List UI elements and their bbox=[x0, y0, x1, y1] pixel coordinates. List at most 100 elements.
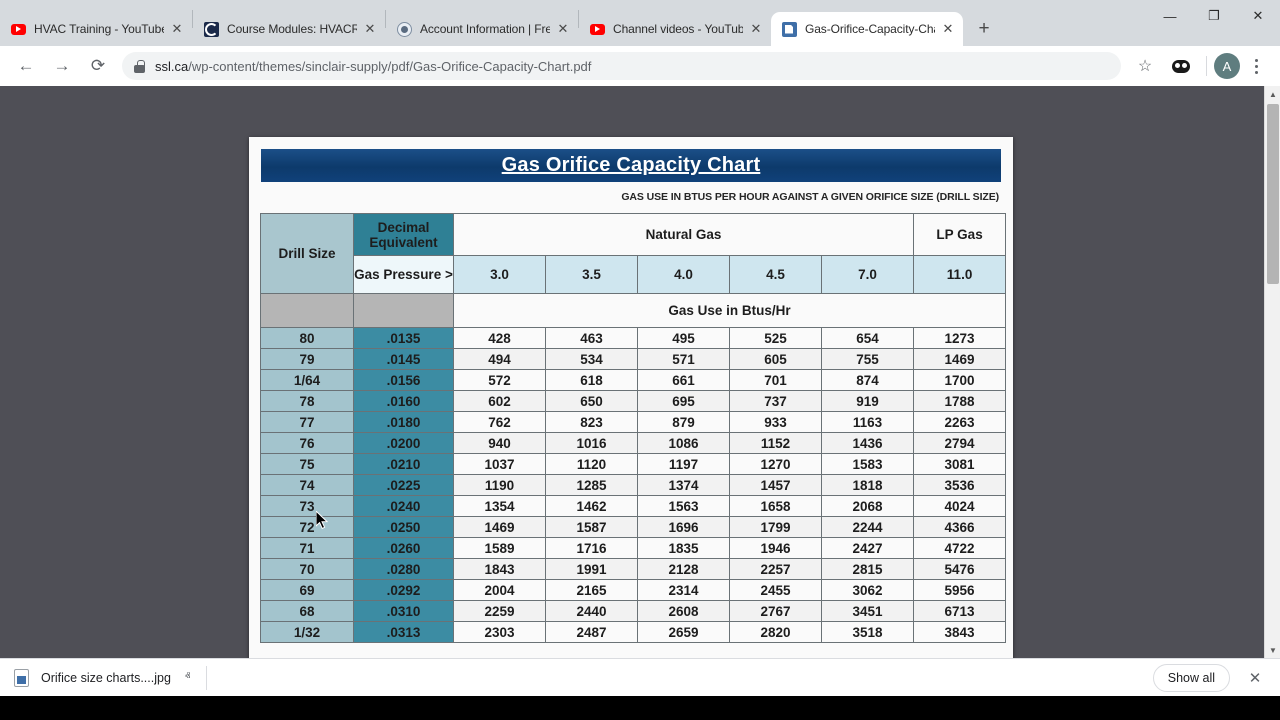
cell-btu-value: 1991 bbox=[545, 558, 638, 580]
tab-close-icon[interactable]: ✕ bbox=[168, 20, 186, 38]
tab-close-icon[interactable]: ✕ bbox=[361, 20, 379, 38]
forward-icon[interactable]: → bbox=[47, 51, 77, 81]
cell-btu-value: 2303 bbox=[453, 621, 546, 643]
cell-drill-size: 77 bbox=[260, 411, 354, 433]
kebab-menu-icon[interactable] bbox=[1243, 51, 1269, 81]
cell-btu-value: 605 bbox=[729, 348, 822, 370]
cell-btu-value: 2815 bbox=[820, 558, 915, 580]
window-close-button[interactable]: ✕ bbox=[1236, 0, 1280, 32]
cell-btu-value: 1696 bbox=[637, 516, 730, 538]
cell-btu-value: 1457 bbox=[729, 474, 822, 496]
cell-btu-value: 494 bbox=[453, 348, 546, 370]
reload-icon[interactable]: ⟳ bbox=[83, 51, 113, 81]
header-pressure-3-5: 3.5 bbox=[545, 255, 638, 294]
tab-gas-orifice-capacity-chart-pdf[interactable]: Gas-Orifice-Capacity-Chart.pdf ✕ bbox=[771, 12, 963, 46]
cell-btu-value: 618 bbox=[545, 369, 638, 391]
extension-icon[interactable] bbox=[1166, 51, 1196, 81]
tab-channel-videos[interactable]: Channel videos - YouTube Stu ✕ bbox=[579, 12, 771, 46]
cell-btu-value: 463 bbox=[545, 327, 638, 349]
screen-bottom-letterbox bbox=[0, 696, 1280, 720]
cell-btu-value: 1799 bbox=[729, 516, 822, 538]
course-icon bbox=[203, 21, 219, 37]
header-natural-gas: Natural Gas bbox=[452, 213, 915, 256]
cell-btu-value: 737 bbox=[729, 390, 822, 412]
cell-btu-value: 5476 bbox=[913, 558, 1007, 580]
cell-btu-value: 2820 bbox=[729, 621, 822, 643]
tab-close-icon[interactable]: ✕ bbox=[554, 20, 572, 38]
cell-btu-value: 3081 bbox=[913, 453, 1007, 475]
cell-btu-value: 919 bbox=[820, 390, 915, 412]
cell-btu-value: 762 bbox=[453, 411, 546, 433]
lock-icon bbox=[134, 59, 145, 73]
vertical-scrollbar[interactable]: ▲ ▼ bbox=[1264, 86, 1280, 658]
header-pressure-4-5: 4.5 bbox=[729, 255, 822, 294]
table-row: 77.0180 762 823 879 933 1163 2263 bbox=[260, 411, 1007, 433]
cell-btu-value: 1583 bbox=[820, 453, 915, 475]
cell-btu-value: 2128 bbox=[637, 558, 730, 580]
minimize-button[interactable]: — bbox=[1148, 0, 1192, 32]
star-icon[interactable]: ☆ bbox=[1130, 51, 1160, 81]
tab-title: Gas-Orifice-Capacity-Chart.pdf bbox=[805, 22, 935, 36]
image-file-icon bbox=[14, 668, 29, 687]
cell-decimal-equivalent: .0200 bbox=[353, 432, 454, 454]
chevron-up-icon[interactable]: ⱏ bbox=[185, 671, 190, 684]
downloads-close-icon[interactable]: ✕ bbox=[1244, 669, 1266, 687]
cell-drill-size: 76 bbox=[260, 432, 354, 454]
new-tab-button[interactable]: + bbox=[969, 14, 999, 44]
avatar[interactable]: A bbox=[1214, 53, 1240, 79]
scrollbar-thumb[interactable] bbox=[1267, 104, 1279, 284]
scroll-down-icon[interactable]: ▼ bbox=[1265, 642, 1280, 658]
cell-btu-value: 3451 bbox=[820, 600, 915, 622]
cell-btu-value: 1462 bbox=[545, 495, 638, 517]
cell-btu-value: 2244 bbox=[820, 516, 915, 538]
cell-decimal-equivalent: .0180 bbox=[353, 411, 454, 433]
tab-hvac-training-youtube[interactable]: HVAC Training - YouTube ✕ bbox=[0, 12, 192, 46]
tab-account-information[interactable]: Account Information | FreeCon ✕ bbox=[386, 12, 578, 46]
cell-btu-value: 6713 bbox=[913, 600, 1007, 622]
cell-btu-value: 2263 bbox=[913, 411, 1007, 433]
table-row: 72.0250 1469 1587 1696 1799 2244 4366 bbox=[260, 516, 1007, 538]
download-item[interactable]: Orifice size charts....jpg ⱏ bbox=[14, 668, 190, 687]
back-icon[interactable]: ← bbox=[11, 51, 41, 81]
cell-drill-size: 75 bbox=[260, 453, 354, 475]
tab-title: Channel videos - YouTube Stu bbox=[613, 22, 743, 36]
cell-btu-value: 823 bbox=[545, 411, 638, 433]
show-all-button[interactable]: Show all bbox=[1152, 663, 1230, 692]
address-bar[interactable]: ssl.ca/wp-content/themes/sinclair-supply… bbox=[122, 52, 1121, 80]
cell-drill-size: 1/32 bbox=[260, 621, 354, 643]
cell-btu-value: 1190 bbox=[453, 474, 546, 496]
pdf-page: Gas Orifice Capacity Chart GAS USE IN BT… bbox=[249, 137, 1013, 658]
cell-decimal-equivalent: .0240 bbox=[353, 495, 454, 517]
cell-drill-size: 69 bbox=[260, 579, 354, 601]
cell-btu-value: 654 bbox=[820, 327, 915, 349]
cell-btu-value: 571 bbox=[637, 348, 730, 370]
header-lp-gas: LP Gas bbox=[913, 213, 1007, 256]
cell-btu-value: 1086 bbox=[637, 432, 730, 454]
cell-drill-size: 78 bbox=[260, 390, 354, 412]
cell-decimal-equivalent: .0225 bbox=[353, 474, 454, 496]
cell-btu-value: 428 bbox=[453, 327, 546, 349]
tab-close-icon[interactable]: ✕ bbox=[939, 20, 957, 38]
header-pressure-11-0: 11.0 bbox=[913, 255, 1007, 294]
table-row: 1/64.0156 572 618 661 701 874 1700 bbox=[260, 369, 1007, 391]
account-icon bbox=[396, 21, 412, 37]
cell-btu-value: 4366 bbox=[913, 516, 1007, 538]
cell-btu-value: 1587 bbox=[545, 516, 638, 538]
mouse-cursor bbox=[316, 511, 328, 530]
cell-btu-value: 1835 bbox=[637, 537, 730, 559]
tab-course-modules[interactable]: Course Modules: HVACR1115 ✕ bbox=[193, 12, 385, 46]
cell-btu-value: 650 bbox=[545, 390, 638, 412]
cell-btu-value: 2608 bbox=[637, 600, 730, 622]
cell-decimal-equivalent: .0160 bbox=[353, 390, 454, 412]
scroll-up-icon[interactable]: ▲ bbox=[1265, 86, 1280, 102]
downloads-bar: Orifice size charts....jpg ⱏ Show all ✕ bbox=[0, 658, 1280, 696]
maximize-button[interactable]: ❐ bbox=[1192, 0, 1236, 32]
tab-close-icon[interactable]: ✕ bbox=[747, 20, 765, 38]
downloads-divider bbox=[206, 665, 208, 690]
table-row: 69.0292 2004 2165 2314 2455 3062 5956 bbox=[260, 579, 1007, 601]
cell-decimal-equivalent: .0145 bbox=[353, 348, 454, 370]
cell-btu-value: 701 bbox=[729, 369, 822, 391]
cell-btu-value: 1716 bbox=[545, 537, 638, 559]
cell-btu-value: 2487 bbox=[545, 621, 638, 643]
header-pressure-7-0: 7.0 bbox=[820, 255, 915, 294]
